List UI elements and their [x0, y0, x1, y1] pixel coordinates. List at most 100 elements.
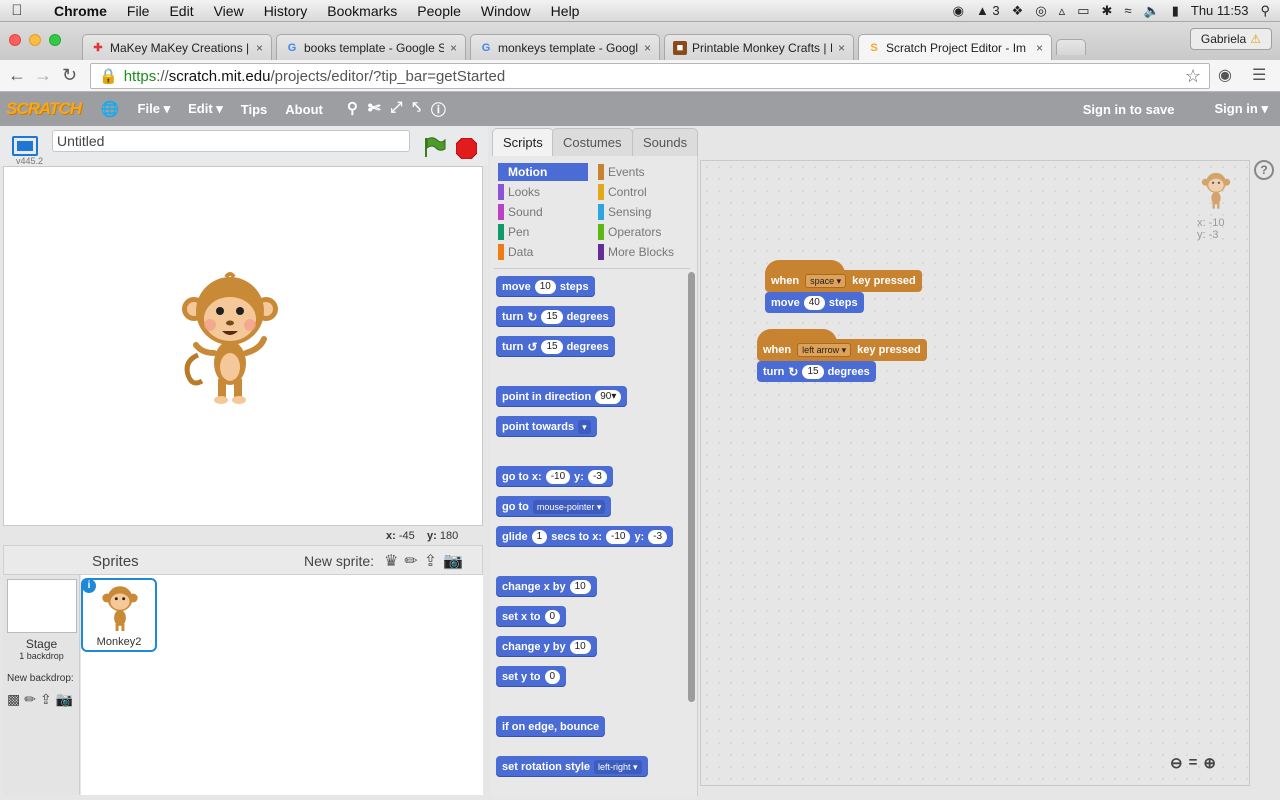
- tab-scripts[interactable]: Scripts: [492, 128, 554, 156]
- search-icon[interactable]: ⚲: [1260, 3, 1270, 19]
- block-input[interactable]: -3: [587, 469, 607, 484]
- block-set-x[interactable]: set x to 0: [496, 606, 567, 627]
- reload-icon[interactable]: ↻: [62, 65, 77, 86]
- tab-sounds[interactable]: Sounds: [632, 128, 699, 156]
- close-tab-icon[interactable]: ×: [450, 41, 457, 55]
- nav-tips[interactable]: Tips: [241, 102, 268, 117]
- clock[interactable]: Thu 11:53: [1191, 3, 1249, 18]
- info-icon[interactable]: i: [82, 579, 96, 593]
- browser-tab-active[interactable]: S Scratch Project Editor - Im ×: [858, 34, 1052, 60]
- stop-sign-icon[interactable]: [456, 138, 477, 159]
- close-window-icon[interactable]: [9, 34, 21, 46]
- sign-in-menu[interactable]: Sign in ▾: [1215, 101, 1268, 117]
- browser-tab[interactable]: ■ Printable Monkey Crafts | I ×: [664, 34, 854, 60]
- block-input[interactable]: 10: [534, 279, 556, 294]
- block-input[interactable]: 0: [544, 609, 561, 624]
- zoom-out-icon[interactable]: ⊖: [1170, 754, 1183, 772]
- nav-about[interactable]: About: [285, 102, 323, 117]
- browser-tab[interactable]: ✚ MaKey MaKey Creations | A ×: [82, 34, 272, 60]
- key-dropdown[interactable]: space ▾: [805, 274, 847, 288]
- grow-icon[interactable]: ⤢: [390, 99, 402, 120]
- category-sound[interactable]: Sound: [498, 203, 588, 221]
- sign-in-to-save-link[interactable]: Sign in to save: [1083, 102, 1175, 117]
- block-input[interactable]: -10: [605, 529, 631, 544]
- category-sensing[interactable]: Sensing: [598, 203, 688, 221]
- block-input[interactable]: 40: [803, 295, 825, 310]
- category-motion[interactable]: Motion: [498, 163, 588, 181]
- sprite-library-icon[interactable]: ♛: [384, 551, 398, 571]
- block-turn-right[interactable]: turn ↻ 15 degrees: [496, 306, 615, 327]
- extension-icon[interactable]: ◉: [1218, 65, 1232, 85]
- menu-history[interactable]: History: [254, 3, 318, 19]
- close-tab-icon[interactable]: ×: [1036, 41, 1043, 55]
- block-change-x[interactable]: change x by 10: [496, 576, 597, 597]
- block-input[interactable]: 15: [541, 339, 563, 354]
- stage-canvas[interactable]: [3, 166, 483, 526]
- status-icon-shield[interactable]: ◉: [953, 3, 964, 19]
- help-icon[interactable]: ?: [1254, 160, 1274, 180]
- paint-backdrop-icon[interactable]: ✏: [24, 691, 36, 708]
- upload-backdrop-icon[interactable]: ⇪: [40, 691, 52, 708]
- category-pen[interactable]: Pen: [498, 223, 588, 241]
- browser-tab[interactable]: G monkeys template - Googl ×: [470, 34, 660, 60]
- browser-tab[interactable]: G books template - Google S ×: [276, 34, 466, 60]
- block-dropdown[interactable]: left-right ▾: [594, 759, 642, 774]
- profile-button[interactable]: Gabriela ⚠: [1189, 28, 1272, 50]
- bluetooth-icon[interactable]: ✱: [1101, 3, 1112, 19]
- dropbox-icon[interactable]: ❖: [1012, 3, 1024, 19]
- menu-icon[interactable]: ☰: [1252, 65, 1266, 85]
- close-tab-icon[interactable]: ×: [838, 41, 845, 55]
- globe-icon[interactable]: 🌐: [101, 100, 120, 118]
- block-rotation-style[interactable]: set rotation style left-right ▾: [496, 756, 648, 777]
- stage-selector[interactable]: Stage 1 backdrop New backdrop: ▩ ✏ ⇪ 📷: [3, 575, 80, 795]
- block-input[interactable]: 90▾: [595, 389, 622, 404]
- zoom-in-icon[interactable]: ⊕: [1203, 754, 1216, 772]
- block-input[interactable]: 0: [544, 669, 561, 684]
- block-point-towards[interactable]: point towards ▾: [496, 416, 597, 437]
- scripts-area[interactable]: x: -10 y: -3 when space ▾ key pressed mo…: [700, 160, 1250, 786]
- new-tab-button[interactable]: [1056, 39, 1086, 55]
- bookmark-star-icon[interactable]: ☆: [1185, 66, 1201, 87]
- block-help-icon[interactable]: ⓘ: [431, 99, 446, 120]
- nav-file[interactable]: File ▾: [138, 101, 171, 117]
- stage-thumbnail[interactable]: [7, 579, 77, 633]
- tab-costumes[interactable]: Costumes: [552, 128, 633, 156]
- block-dropdown[interactable]: mouse-pointer ▾: [532, 499, 606, 514]
- duplicate-stamp-icon[interactable]: ⚲: [347, 99, 358, 120]
- forward-icon[interactable]: →: [34, 65, 52, 86]
- project-title-input[interactable]: Untitled: [52, 130, 410, 152]
- when-key-pressed-hat[interactable]: when left arrow ▾ key pressed: [757, 329, 927, 361]
- minimize-window-icon[interactable]: [29, 34, 41, 46]
- category-operators[interactable]: Operators: [598, 223, 688, 241]
- backdrop-library-icon[interactable]: ▩: [7, 691, 20, 708]
- block-go-to[interactable]: go to mouse-pointer ▾: [496, 496, 612, 517]
- block-input[interactable]: 10: [569, 579, 591, 594]
- sprite-thumbnail-monkey2[interactable]: i Monkey2: [81, 578, 157, 652]
- when-key-pressed-hat[interactable]: when space ▾ key pressed: [765, 260, 922, 292]
- script-move-block[interactable]: move 40 steps: [765, 292, 864, 313]
- block-bounce[interactable]: if on edge, bounce: [496, 716, 606, 737]
- menu-window[interactable]: Window: [471, 3, 541, 19]
- menu-bookmarks[interactable]: Bookmarks: [317, 3, 407, 19]
- app-menu[interactable]: Chrome: [34, 3, 117, 19]
- monkey-sprite[interactable]: [180, 271, 280, 407]
- camera-sprite-icon[interactable]: 📷: [443, 551, 463, 571]
- upload-sprite-icon[interactable]: ⇪: [424, 551, 437, 571]
- display-icon[interactable]: ▭: [1077, 3, 1089, 19]
- block-change-y[interactable]: change y by 10: [496, 636, 597, 657]
- block-input[interactable]: 15: [541, 309, 563, 324]
- menu-view[interactable]: View: [204, 3, 254, 19]
- palette-scrollbar[interactable]: [688, 272, 695, 702]
- nav-edit[interactable]: Edit ▾: [188, 101, 223, 117]
- green-flag-icon[interactable]: [423, 136, 447, 158]
- camera-backdrop-icon[interactable]: 📷: [56, 691, 73, 708]
- block-input[interactable]: 10: [569, 639, 591, 654]
- menu-people[interactable]: People: [407, 3, 471, 19]
- url-field[interactable]: 🔒 https://scratch.mit.edu/projects/edito…: [90, 63, 1210, 89]
- category-data[interactable]: Data: [498, 243, 588, 261]
- close-tab-icon[interactable]: ×: [644, 41, 651, 55]
- drive-icon[interactable]: ▵: [1059, 3, 1066, 19]
- menu-edit[interactable]: Edit: [159, 3, 203, 19]
- block-set-y[interactable]: set y to 0: [496, 666, 567, 687]
- adobe-icon[interactable]: ▲ 3: [976, 3, 1000, 18]
